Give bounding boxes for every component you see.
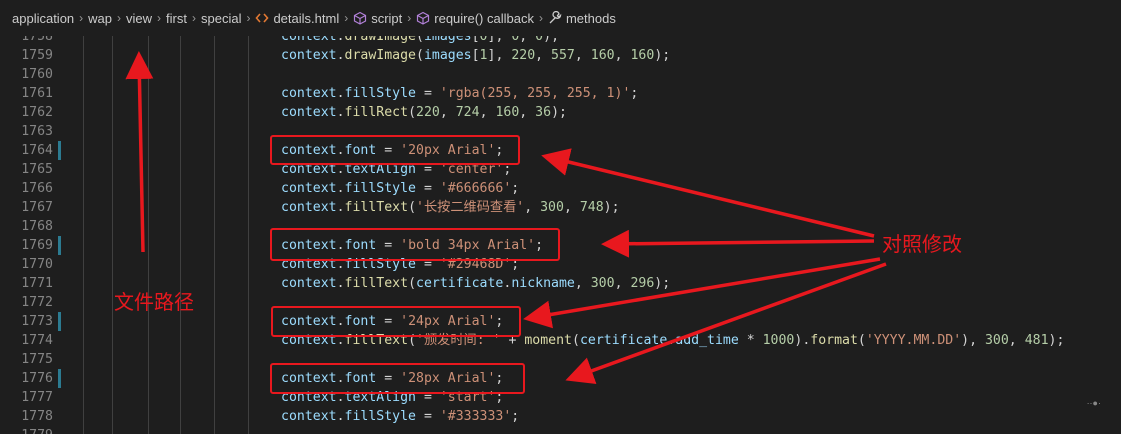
breadcrumb-separator-icon: › [538, 11, 543, 25]
breadcrumb-separator-icon: › [157, 11, 162, 25]
breadcrumb-item[interactable]: details.html [255, 11, 339, 26]
breadcrumb-item-label: script [371, 10, 403, 26]
breadcrumb-item-label: methods [565, 10, 616, 26]
breadcrumb-separator-icon: › [117, 11, 122, 25]
breadcrumb-item-label: special [200, 10, 242, 26]
breadcrumb-item[interactable]: wap [88, 11, 112, 26]
breadcrumb-item[interactable]: application [12, 11, 74, 26]
breadcrumb-item[interactable]: methods [548, 11, 616, 26]
arrow-to-breadcrumb [125, 51, 154, 253]
wrench-icon [548, 11, 566, 25]
arrow-to-font-line-2 [601, 229, 875, 258]
breadcrumb-item[interactable]: require() callback [416, 11, 534, 26]
breadcrumb-item[interactable]: special [201, 11, 241, 26]
cube-icon [416, 11, 434, 25]
arrow-to-font-line-1 [541, 148, 875, 238]
breadcrumb-item[interactable]: view [126, 11, 152, 26]
breadcrumb-item-label: first [166, 10, 187, 26]
cube-icon [353, 11, 371, 25]
breadcrumb-items: application › wap › view › first › special › detai… [0, 11, 616, 26]
breadcrumb-item-label: details.html [273, 10, 340, 26]
breadcrumb-separator-icon: › [191, 11, 196, 25]
arrow-to-font-line-4 [565, 262, 887, 384]
breadcrumb-separator-icon: › [79, 11, 84, 25]
html-icon [255, 11, 273, 25]
breadcrumb-item[interactable]: script [353, 11, 402, 26]
breadcrumb-separator-icon: › [407, 11, 412, 25]
annotation-arrows [125, 51, 887, 384]
breadcrumb-item-label: view [126, 10, 153, 26]
breadcrumb-item-label: application [12, 10, 75, 26]
breadcrumb-separator-icon: › [246, 11, 251, 25]
corner-watermark: ··●· [1086, 398, 1101, 408]
breadcrumb-item[interactable]: first [166, 11, 187, 26]
breadcrumb-item-label: wap [88, 10, 113, 26]
breadcrumb-separator-icon: › [344, 11, 349, 25]
breadcrumb: application › wap › view › first › special › detai… [0, 0, 1121, 36]
arrow-to-font-line-3 [523, 257, 881, 329]
breadcrumb-item-label: require() callback [434, 10, 534, 26]
